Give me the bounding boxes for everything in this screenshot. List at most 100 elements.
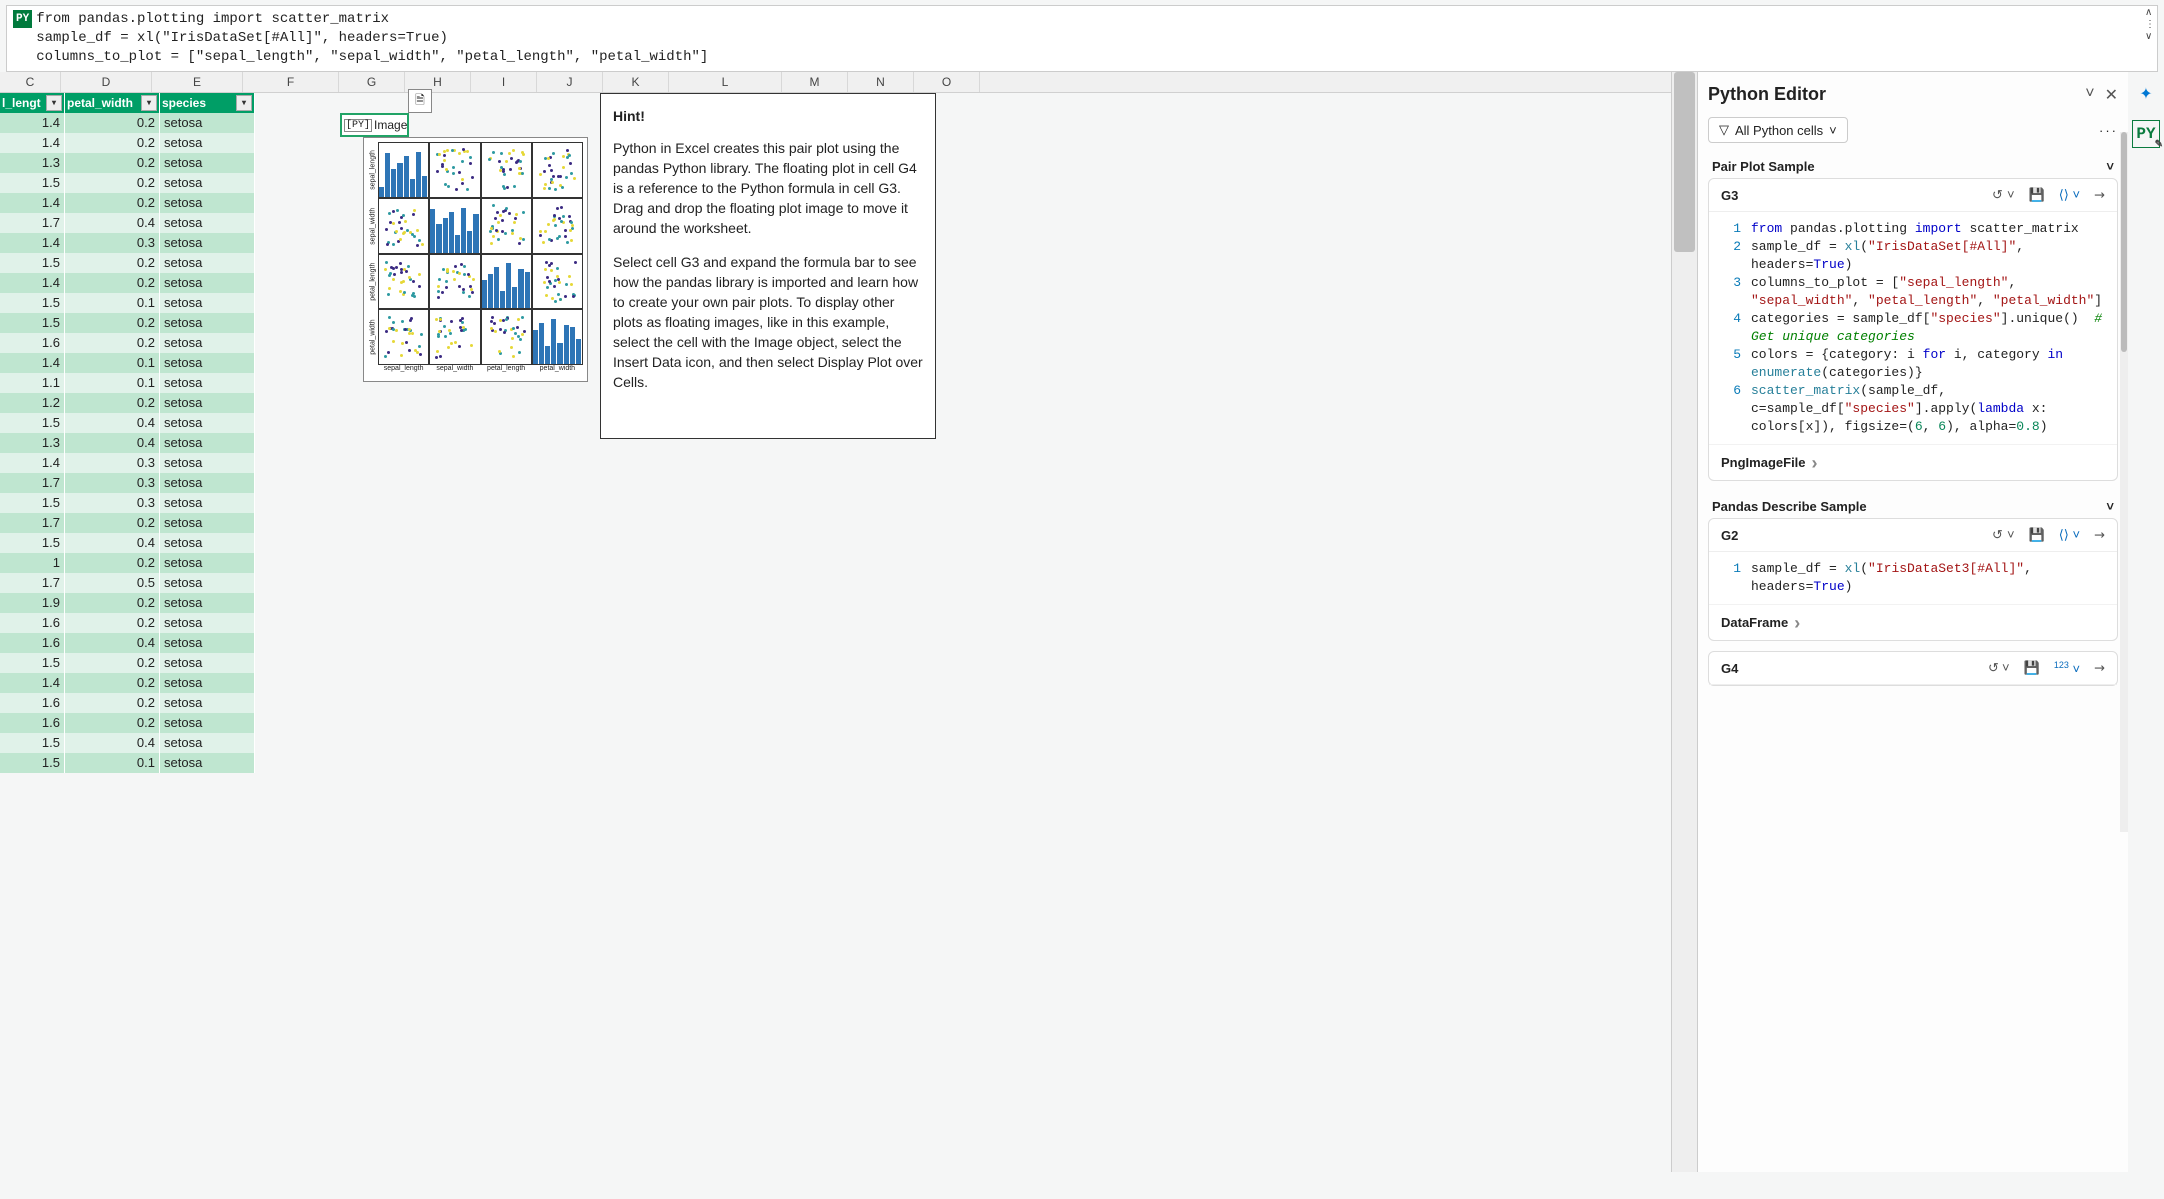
column-header-L[interactable]: L <box>669 72 782 92</box>
table-row[interactable]: 1.50.4setosa <box>0 733 255 753</box>
output-toggle-icon[interactable]: 123 ˅ <box>2054 660 2080 676</box>
insert-data-icon[interactable]: 🗎 <box>408 89 432 113</box>
selected-cell-G3[interactable]: [PY] Image <box>340 113 409 137</box>
table-row[interactable]: 1.40.2setosa <box>0 273 255 293</box>
pairplot-image[interactable]: sepal_lengthsepal_widthpetal_lengthpetal… <box>363 137 588 382</box>
table-row[interactable]: 1.20.2setosa <box>0 393 255 413</box>
column-header-C[interactable]: C <box>0 72 61 92</box>
filter-all-cells-button[interactable]: ▽ All Python cells ˅ <box>1708 117 1848 143</box>
code-line[interactable]: 3columns_to_plot = ["sepal_length", "sep… <box>1715 274 2111 310</box>
table-row[interactable]: 1.50.2setosa <box>0 173 255 193</box>
code-line[interactable]: 5colors = {category: i for i, category i… <box>1715 346 2111 382</box>
panel-scrollbar[interactable] <box>2120 132 2128 832</box>
table-header-row[interactable]: l_lengt▾petal_width▾species▾ <box>0 93 255 113</box>
card-output-type[interactable]: DataFrame› <box>1709 604 2117 640</box>
table-row[interactable]: 1.50.2setosa <box>0 653 255 673</box>
column-header-I[interactable]: I <box>471 72 537 92</box>
column-header-G[interactable]: G <box>339 72 405 92</box>
column-header-M[interactable]: M <box>782 72 848 92</box>
table-row[interactable]: 10.2setosa <box>0 553 255 573</box>
close-panel-icon[interactable]: ✕ <box>2105 85 2118 105</box>
expand-icon[interactable]: ↗ <box>2094 527 2105 543</box>
table-row[interactable]: 1.50.4setosa <box>0 533 255 553</box>
pairplot-scatter <box>429 142 480 198</box>
table-row[interactable]: 1.70.4setosa <box>0 213 255 233</box>
table-row[interactable]: 1.70.2setosa <box>0 513 255 533</box>
table-header-species[interactable]: species▾ <box>160 93 255 113</box>
table-row[interactable]: 1.40.1setosa <box>0 353 255 373</box>
column-header-F[interactable]: F <box>243 72 339 92</box>
output-toggle-icon[interactable]: ⟨⟩ ˅ <box>2059 187 2080 203</box>
table-header-l_lengt[interactable]: l_lengt▾ <box>0 93 65 113</box>
undo-icon[interactable]: ↻ ˅ <box>1992 527 2014 543</box>
column-header-J[interactable]: J <box>537 72 603 92</box>
column-header-D[interactable]: D <box>61 72 152 92</box>
formula-code[interactable]: from pandas.plotting import scatter_matr… <box>36 10 708 67</box>
table-row[interactable]: 1.50.2setosa <box>0 313 255 333</box>
save-icon[interactable]: 💾 <box>2029 187 2045 203</box>
table-row[interactable]: 1.50.4setosa <box>0 413 255 433</box>
scrollbar-thumb[interactable] <box>1674 72 1695 252</box>
table-row[interactable]: 1.40.2setosa <box>0 133 255 153</box>
table-row[interactable]: 1.40.3setosa <box>0 453 255 473</box>
chevron-down-icon[interactable]: ˅ <box>2106 499 2114 514</box>
filter-arrow-icon[interactable]: ▾ <box>46 95 62 111</box>
chevron-down-icon[interactable]: ˅ <box>2106 159 2114 174</box>
pairplot-xlabel: petal_length <box>481 365 532 377</box>
table-row[interactable]: 1.50.1setosa <box>0 293 255 313</box>
save-icon[interactable]: 💾 <box>2024 660 2040 676</box>
table-row[interactable]: 1.40.2setosa <box>0 193 255 213</box>
formula-bar[interactable]: PY from pandas.plotting import scatter_m… <box>6 5 2158 72</box>
formula-bar-expand[interactable]: ∧ ⋮ ∨ <box>2145 8 2155 42</box>
table-row[interactable]: 1.40.2setosa <box>0 673 255 693</box>
hint-p2: Select cell G3 and expand the formula ba… <box>613 252 923 392</box>
table-row[interactable]: 1.60.2setosa <box>0 693 255 713</box>
copilot-icon[interactable]: ✦ <box>2134 82 2158 106</box>
table-row[interactable]: 1.60.2setosa <box>0 333 255 353</box>
expand-icon[interactable]: ↗ <box>2094 187 2105 203</box>
undo-icon[interactable]: ↻ ˅ <box>1988 660 2010 676</box>
column-headers[interactable]: CDEFGHIJKLMNO <box>0 72 1697 93</box>
collapse-panel-icon[interactable]: ˅ <box>2085 85 2094 105</box>
filter-arrow-icon[interactable]: ▾ <box>236 95 252 111</box>
section-title: Pandas Describe Sample <box>1712 499 1867 514</box>
table-row[interactable]: 1.50.3setosa <box>0 493 255 513</box>
python-editor-icon[interactable]: PY <box>2132 120 2160 148</box>
code-card-G4[interactable]: G4↻ ˅💾123 ˅↗ <box>1708 651 2118 686</box>
spreadsheet-grid[interactable]: CDEFGHIJKLMNO l_lengt▾petal_width▾specie… <box>0 72 1697 1172</box>
table-row[interactable]: 1.40.2setosa <box>0 113 255 133</box>
table-row[interactable]: 1.60.2setosa <box>0 613 255 633</box>
table-row[interactable]: 1.30.2setosa <box>0 153 255 173</box>
vertical-scrollbar[interactable] <box>1671 72 1697 1172</box>
table-row[interactable]: 1.60.4setosa <box>0 633 255 653</box>
column-header-O[interactable]: O <box>914 72 980 92</box>
panel-scroll-thumb[interactable] <box>2121 132 2127 352</box>
table-row[interactable]: 1.90.2setosa <box>0 593 255 613</box>
output-toggle-icon[interactable]: ⟨⟩ ˅ <box>2059 527 2080 543</box>
table-row[interactable]: 1.70.5setosa <box>0 573 255 593</box>
table-row[interactable]: 1.60.2setosa <box>0 713 255 733</box>
code-line[interactable]: 2sample_df = xl("IrisDataSet[#All]", hea… <box>1715 238 2111 274</box>
code-card-G2[interactable]: G2↻ ˅💾⟨⟩ ˅↗1sample_df = xl("IrisDataSet3… <box>1708 518 2118 641</box>
card-output-type[interactable]: PngImageFile› <box>1709 444 2117 480</box>
table-row[interactable]: 1.70.3setosa <box>0 473 255 493</box>
table-row[interactable]: 1.30.4setosa <box>0 433 255 453</box>
column-header-K[interactable]: K <box>603 72 669 92</box>
column-header-N[interactable]: N <box>848 72 914 92</box>
table-header-petal_width[interactable]: petal_width▾ <box>65 93 160 113</box>
table-row[interactable]: 1.10.1setosa <box>0 373 255 393</box>
expand-icon[interactable]: ↗ <box>2094 660 2105 676</box>
code-line[interactable]: 6scatter_matrix(sample_df, c=sample_df["… <box>1715 382 2111 436</box>
table-row[interactable]: 1.50.2setosa <box>0 253 255 273</box>
code-card-G3[interactable]: G3↻ ˅💾⟨⟩ ˅↗1from pandas.plotting import … <box>1708 178 2118 481</box>
column-header-E[interactable]: E <box>152 72 243 92</box>
undo-icon[interactable]: ↻ ˅ <box>1992 187 2014 203</box>
more-options-icon[interactable]: ··· <box>2099 123 2118 138</box>
table-row[interactable]: 1.40.3setosa <box>0 233 255 253</box>
save-icon[interactable]: 💾 <box>2029 527 2045 543</box>
table-row[interactable]: 1.50.1setosa <box>0 753 255 773</box>
code-line[interactable]: 4categories = sample_df["species"].uniqu… <box>1715 310 2111 346</box>
code-line[interactable]: 1from pandas.plotting import scatter_mat… <box>1715 220 2111 238</box>
filter-arrow-icon[interactable]: ▾ <box>141 95 157 111</box>
code-line[interactable]: 1sample_df = xl("IrisDataSet3[#All]", he… <box>1715 560 2111 596</box>
